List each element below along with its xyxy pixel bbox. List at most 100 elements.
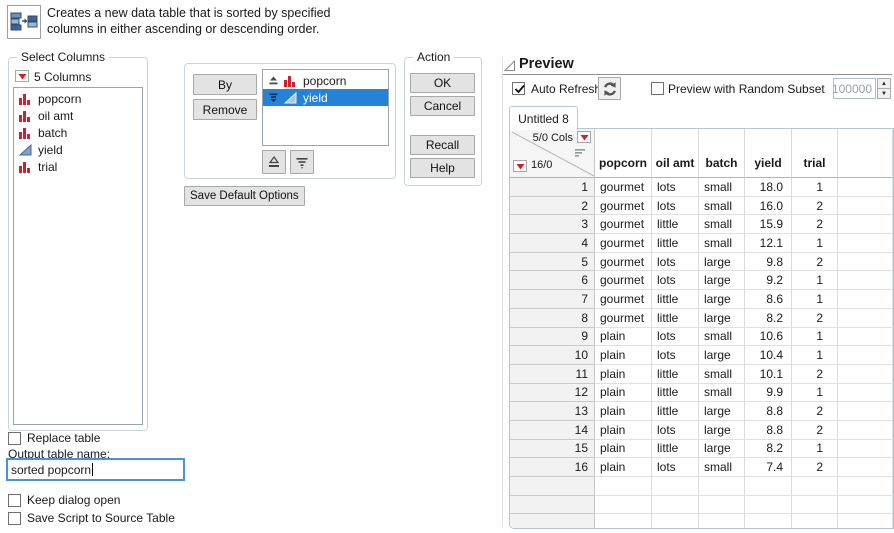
data-cell: lots (652, 458, 699, 477)
sort-descending-button[interactable] (290, 150, 314, 174)
table-row[interactable]: 8gourmetlittlelarge8.22 (510, 309, 893, 328)
random-subset-checkbox[interactable] (651, 82, 664, 95)
save-script-checkbox[interactable] (8, 512, 21, 525)
table-row[interactable]: 2gourmetlotssmall16.02 (510, 197, 893, 216)
table-row[interactable]: 7gourmetlittlelarge8.61 (510, 290, 893, 309)
data-cell (652, 477, 699, 496)
recall-button[interactable]: Recall (410, 135, 475, 155)
table-row[interactable]: 12plainlittlesmall9.91 (510, 384, 893, 403)
row-number-cell[interactable]: 4 (510, 234, 595, 253)
by-item-yield[interactable]: yield (263, 89, 388, 106)
column-header-popcorn[interactable]: popcorn (595, 129, 652, 178)
data-cell: 2 (792, 309, 838, 328)
data-cell (595, 477, 652, 496)
column-item-popcorn[interactable]: popcorn (14, 90, 142, 107)
rows-panel-menu-button[interactable] (513, 160, 527, 172)
output-table-name-value: sorted popcorn (11, 463, 91, 477)
data-cell (838, 178, 893, 197)
table-row[interactable]: 9plainlotssmall10.61 (510, 328, 893, 347)
row-number-cell[interactable] (510, 477, 595, 496)
select-columns-group: Select Columns 5 Columns popcornoil amtb… (8, 57, 148, 431)
table-row[interactable]: 16plainlotssmall7.42 (510, 458, 893, 477)
columns-panel-menu-button[interactable] (577, 131, 591, 143)
select-columns-list[interactable]: popcornoil amtbatchyieldtrial (13, 87, 143, 425)
subset-spinner-down[interactable]: ▼ (877, 88, 891, 99)
refresh-button[interactable] (598, 77, 621, 100)
data-cell: 2 (792, 253, 838, 272)
text-caret (92, 463, 93, 476)
row-number-cell[interactable]: 7 (510, 290, 595, 309)
tab-untitled-8[interactable]: Untitled 8 (509, 106, 578, 130)
row-number-cell[interactable]: 5 (510, 253, 595, 272)
table-row[interactable]: 4gourmetlittlesmall12.11 (510, 234, 893, 253)
sort-ascending-button[interactable] (262, 150, 286, 174)
by-item-popcorn[interactable]: popcorn (263, 72, 388, 89)
cancel-button[interactable]: Cancel (410, 96, 475, 116)
by-button[interactable]: By (193, 74, 257, 95)
auto-refresh-checkbox[interactable] (512, 82, 525, 95)
row-number-cell[interactable]: 1 (510, 178, 595, 197)
table-row[interactable]: 13plainlittlelarge8.82 (510, 402, 893, 421)
keep-dialog-open-checkbox[interactable] (8, 494, 21, 507)
empty-table-row[interactable] (510, 514, 893, 529)
empty-table-row[interactable] (510, 477, 893, 496)
cols-badge: 5/0 Cols (533, 132, 573, 144)
continuous-column-icon (19, 144, 33, 156)
output-table-name-input[interactable]: sorted popcorn (6, 458, 185, 481)
data-cell: 1 (792, 271, 838, 290)
data-cell (792, 496, 838, 515)
column-header-batch[interactable]: batch (699, 129, 745, 178)
replace-table-checkbox[interactable] (8, 432, 21, 445)
column-header-yield[interactable]: yield (745, 129, 792, 178)
row-number-cell[interactable]: 16 (510, 458, 595, 477)
column-item-yield[interactable]: yield (14, 141, 142, 158)
table-row[interactable]: 5gourmetlotslarge9.82 (510, 253, 893, 272)
table-row[interactable]: 3gourmetlittlesmall15.92 (510, 215, 893, 234)
column-item-oil-amt[interactable]: oil amt (14, 107, 142, 124)
help-button[interactable]: Help (410, 158, 475, 178)
save-script-label: Save Script to Source Table (27, 511, 175, 525)
row-number-cell[interactable]: 11 (510, 365, 595, 384)
data-cell (838, 458, 893, 477)
table-row[interactable]: 6gourmetlotslarge9.21 (510, 271, 893, 290)
table-row[interactable]: 1gourmetlotssmall18.01 (510, 178, 893, 197)
table-row[interactable]: 11plainlittlesmall10.12 (510, 365, 893, 384)
columns-menu-button[interactable] (15, 70, 29, 82)
row-number-cell[interactable]: 9 (510, 328, 595, 347)
row-number-cell[interactable]: 10 (510, 346, 595, 365)
row-number-cell[interactable]: 14 (510, 421, 595, 440)
column-header-trial[interactable]: trial (792, 129, 838, 178)
column-item-batch[interactable]: batch (14, 124, 142, 141)
row-number-cell[interactable]: 2 (510, 197, 595, 216)
table-row[interactable]: 14plainlotslarge8.82 (510, 421, 893, 440)
data-cell: gourmet (595, 215, 652, 234)
column-header-oil-amt[interactable]: oil amt (652, 129, 699, 178)
row-number-cell[interactable]: 8 (510, 309, 595, 328)
table-row[interactable]: 10plainlotslarge10.41 (510, 346, 893, 365)
preview-splitter[interactable] (502, 57, 503, 527)
row-number-cell[interactable]: 13 (510, 402, 595, 421)
empty-table-row[interactable] (510, 496, 893, 515)
row-number-cell[interactable]: 12 (510, 384, 595, 403)
save-default-options-button[interactable]: Save Default Options (184, 186, 305, 206)
table-row[interactable]: 15plainlittlelarge8.21 (510, 440, 893, 459)
row-number-cell[interactable]: 6 (510, 271, 595, 290)
row-number-cell[interactable] (510, 514, 595, 529)
column-item-trial[interactable]: trial (14, 158, 142, 175)
nominal-column-icon (19, 110, 33, 122)
data-cell: large (699, 290, 745, 309)
data-cell: 8.2 (745, 309, 792, 328)
row-number-cell[interactable]: 15 (510, 440, 595, 459)
random-subset-input[interactable]: 100000 (833, 78, 876, 99)
data-cell: 2 (792, 197, 838, 216)
data-cell: large (699, 440, 745, 459)
preview-disclosure-icon[interactable] (504, 60, 516, 75)
data-cell: 2 (792, 365, 838, 384)
row-number-cell[interactable]: 3 (510, 215, 595, 234)
row-number-cell[interactable] (510, 496, 595, 515)
ok-button[interactable]: OK (410, 73, 475, 93)
data-cell: 8.8 (745, 402, 792, 421)
remove-button[interactable]: Remove (193, 99, 257, 120)
data-cell (838, 309, 893, 328)
by-columns-list[interactable]: popcornyield (262, 69, 389, 146)
